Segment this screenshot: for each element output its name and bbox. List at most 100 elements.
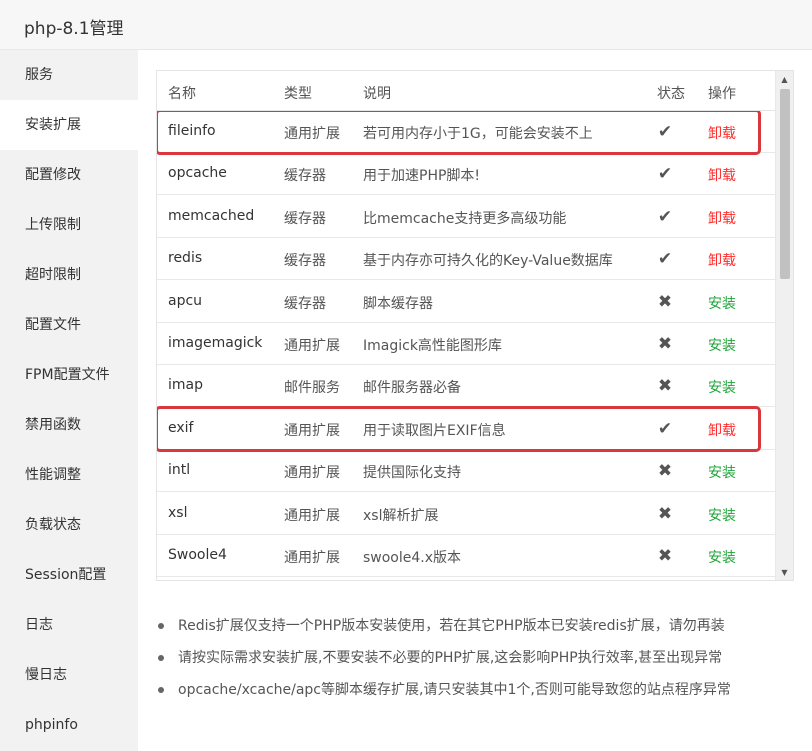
table-header: 名称 类型 说明 状态 操作: [157, 71, 777, 111]
extension-type: 邮件服务: [284, 380, 340, 397]
sidebar-item[interactable]: phpinfo: [0, 700, 138, 750]
extension-type: 缓存器: [284, 295, 326, 312]
extension-type: 通用扩展: [284, 507, 340, 524]
cross-icon: ✖: [657, 291, 673, 312]
extension-type: 缓存器: [284, 210, 326, 227]
cross-icon: ✖: [657, 503, 673, 524]
bullet-icon: [158, 655, 164, 661]
cross-icon: ✖: [657, 461, 673, 482]
check-icon: ✔: [657, 249, 673, 270]
sidebar-item[interactable]: 配置修改: [0, 150, 138, 200]
sidebar: 服务 安装扩展 配置修改 上传限制 超时限制 配置文件 FPM配置文件 禁用函数 性能调整 负载状…: [0, 50, 138, 751]
extension-description: Imagick高性能图形库: [363, 338, 502, 354]
extension-name: fileinfo: [168, 123, 216, 139]
table-row: exif 通用扩展 用于读取图片EXIF信息 ✔ 卸载: [157, 408, 777, 450]
cross-icon: ✖: [657, 546, 673, 566]
sidebar-item[interactable]: 安装扩展: [0, 100, 138, 150]
cross-icon: ✖: [657, 334, 673, 354]
bullet-icon: [158, 687, 164, 693]
header-op: 操作: [708, 86, 736, 102]
uninstall-button[interactable]: 卸载: [708, 250, 736, 270]
cross-icon: ✖: [657, 376, 673, 397]
extension-description: 提供国际化支持: [363, 465, 461, 482]
sidebar-item[interactable]: 性能调整: [0, 450, 138, 500]
extension-description: 邮件服务器必备: [363, 380, 461, 397]
sidebar-item[interactable]: Session配置: [0, 550, 138, 600]
header-desc: 说明: [363, 86, 391, 102]
header-type: 类型: [284, 86, 312, 102]
table-row: xsl 通用扩展 xsl解析扩展 ✖ 安装: [157, 493, 777, 535]
php-manager-window: php-8.1管理 服务 安装扩展 配置修改 上传限制 超时限制 配置文件 FPM配置文件禁…: [0, 0, 812, 751]
extension-name: exif: [168, 419, 194, 436]
uninstall-button[interactable]: 卸载: [708, 165, 736, 185]
extension-description: 脚本缓存器: [363, 295, 433, 312]
extension-type: 通用扩展: [284, 422, 340, 439]
extensions-table: 名称 类型 说明 状态 操作 fileinfo 通用扩展 若可用内存小于1G，可能会…: [156, 70, 794, 581]
uninstall-button[interactable]: 卸载: [708, 208, 736, 228]
notes-list: Redis扩展仅支持一个PHP版本安装使用，若在其它PHP版本已安装redis扩…: [154, 616, 804, 712]
extension-description: 用于加速PHP脚本!: [363, 168, 481, 185]
scrollbar-thumb[interactable]: [780, 89, 790, 279]
arrow-down-icon[interactable]: ▼: [776, 566, 793, 580]
sidebar-item[interactable]: 负载状态: [0, 500, 138, 550]
note-item: opcache/xcache/apc等脚本缓存扩展,请只安装其中1个,否则可能导…: [154, 680, 804, 712]
note-text: 请按实际需求安装扩展,不要安装不必要的PHP扩展,这会影响PHP执行效率,甚至出…: [178, 650, 723, 666]
title-bar: php-8.1管理: [0, 0, 812, 50]
extension-type: 缓存器: [284, 168, 326, 185]
note-item: 请按实际需求安装扩展,不要安装不必要的PHP扩展,这会影响PHP执行效率,甚至出…: [154, 648, 804, 680]
extension-description: xsl解析扩展: [363, 507, 439, 524]
uninstall-button[interactable]: 卸载: [708, 420, 736, 440]
sidebar-item[interactable]: 禁用函数: [0, 400, 138, 450]
extension-type: 通用扩展: [284, 550, 340, 566]
install-button[interactable]: 安装: [708, 377, 736, 397]
install-button[interactable]: 安装: [708, 547, 736, 567]
sidebar-item[interactable]: 日志: [0, 600, 138, 650]
extension-type: 缓存器: [284, 253, 326, 270]
extension-description: 比memcache支持更多高级功能: [363, 210, 567, 227]
install-button[interactable]: 安装: [708, 505, 736, 525]
sidebar-item[interactable]: FPM配置文件: [0, 350, 138, 400]
note-text: Redis扩展仅支持一个PHP版本安装使用，若在其它PHP版本已安装redis扩…: [178, 618, 725, 634]
install-button[interactable]: 安装: [708, 335, 736, 355]
extension-name: xsl: [168, 504, 188, 521]
extension-description: swoole4.x版本: [363, 550, 462, 566]
note-item: Redis扩展仅支持一个PHP版本安装使用，若在其它PHP版本已安装redis扩…: [154, 616, 804, 648]
extension-name: Swoole4: [168, 547, 227, 563]
extension-name: apcu: [168, 292, 203, 309]
table-row: opcache 缓存器 用于加速PHP脚本! ✔ 卸载: [157, 153, 777, 196]
arrow-up-icon[interactable]: ▲: [776, 73, 793, 87]
window-title: php-8.1管理: [24, 19, 124, 39]
uninstall-button[interactable]: 卸载: [708, 123, 736, 143]
extension-name: memcached: [168, 207, 255, 224]
note-text: opcache/xcache/apc等脚本缓存扩展,请只安装其中1个,否则可能导…: [178, 682, 731, 698]
table-row: imap 邮件服务 邮件服务器必备 ✖ 安装: [157, 365, 777, 408]
main-panel: 名称 类型 说明 状态 操作 fileinfo 通用扩展 若可用内存小于1G，可能会…: [138, 50, 812, 751]
table-row: fileinfo 通用扩展 若可用内存小于1G，可能会安装不上 ✔ 卸载: [157, 111, 777, 153]
bullet-icon: [158, 623, 164, 629]
extension-type: 通用扩展: [284, 465, 340, 482]
table-row: imagemagick 通用扩展 Imagick高性能图形库 ✖ 安装: [157, 323, 777, 365]
extension-type: 通用扩展: [284, 338, 340, 354]
extension-description: 若可用内存小于1G，可能会安装不上: [363, 126, 593, 142]
extension-type: 通用扩展: [284, 126, 340, 142]
header-status: 状态: [657, 86, 685, 102]
check-icon: ✔: [657, 122, 673, 142]
table-row: intl 通用扩展 提供国际化支持 ✖ 安装: [157, 450, 777, 493]
sidebar-item[interactable]: 配置文件: [0, 300, 138, 350]
sidebar-item[interactable]: 服务: [0, 50, 138, 100]
table-row: apcu 缓存器 脚本缓存器 ✖ 安装: [157, 281, 777, 323]
sidebar-item[interactable]: 慢日志: [0, 650, 138, 700]
install-button[interactable]: 安装: [708, 462, 736, 482]
table-row: Swoole4 通用扩展 swoole4.x版本 ✖ 安装: [157, 535, 777, 577]
extension-name: intl: [168, 462, 191, 479]
header-name: 名称: [168, 86, 196, 102]
sidebar-item[interactable]: 上传限制: [0, 200, 138, 250]
check-icon: ✔: [657, 418, 673, 439]
extension-description: 用于读取图片EXIF信息: [363, 422, 506, 439]
table-scrollbar[interactable]: ▲ ▼: [775, 71, 793, 580]
install-button[interactable]: 安装: [708, 293, 736, 313]
table-body[interactable]: fileinfo 通用扩展 若可用内存小于1G，可能会安装不上 ✔ 卸载 opcache 缓…: [157, 111, 777, 580]
extension-name: imagemagick: [168, 335, 263, 351]
sidebar-item[interactable]: 超时限制: [0, 250, 138, 300]
extension-name: redis: [168, 250, 203, 267]
